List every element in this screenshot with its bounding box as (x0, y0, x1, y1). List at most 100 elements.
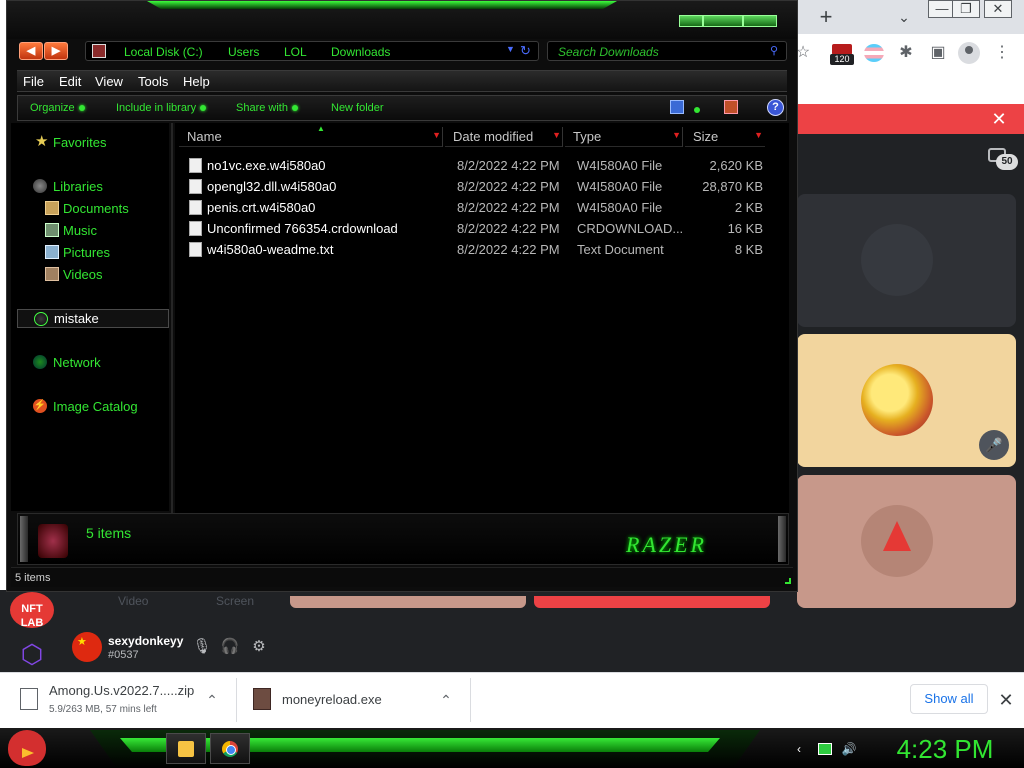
nav-music[interactable]: Music (63, 223, 97, 239)
view-dropdown-icon[interactable] (694, 100, 708, 114)
avatar (861, 224, 933, 296)
back-arrow-icon[interactable]: ◀ (19, 42, 43, 60)
minimize-button[interactable] (679, 15, 703, 27)
headphones-icon[interactable]: 🎧 (220, 637, 240, 657)
polygon-server-icon[interactable]: ⬡ (10, 638, 54, 670)
include-in-library-button[interactable]: Include in library (116, 101, 207, 115)
column-header-type[interactable]: Type ▼ (565, 127, 683, 147)
participant-tile[interactable]: 🎤 (797, 334, 1016, 467)
file-size: 2 KB (734, 200, 763, 215)
nav-selected-mistake[interactable]: mistake (17, 309, 169, 328)
nav-documents[interactable]: Documents (63, 201, 129, 217)
volume-icon[interactable]: 🔊 (841, 741, 857, 757)
microphone-icon[interactable]: 🎙 (192, 637, 212, 657)
search-icon[interactable]: ⚲ (770, 44, 778, 57)
participant-tile[interactable] (797, 194, 1016, 327)
new-folder-button[interactable]: New folder (331, 101, 384, 115)
chrome-icon (222, 741, 238, 757)
taskbar-chrome-button[interactable] (210, 733, 250, 764)
chat-icon[interactable]: 50 (986, 146, 1020, 174)
details-pane: 5 items RAZER (17, 513, 789, 565)
pane-divider[interactable] (171, 123, 173, 513)
folder-icon (178, 741, 194, 757)
chevron-down-icon[interactable]: ▼ (672, 130, 681, 140)
taskbar-clock[interactable]: 4:23 PM (870, 732, 1020, 766)
new-tab-button[interactable]: + (812, 4, 840, 30)
video-button-edge[interactable] (290, 596, 526, 608)
tab-search-chevron-icon[interactable]: ⌄ (892, 6, 916, 28)
leave-button-edge[interactable] (534, 596, 770, 608)
close-icon[interactable]: ✕ (994, 688, 1018, 712)
nav-image-catalog[interactable]: Image Catalog (53, 399, 138, 415)
chevron-down-icon[interactable]: ▼ (432, 130, 441, 140)
close-icon[interactable]: ✕ (984, 104, 1014, 134)
file-size: 28,870 KB (702, 179, 763, 194)
nav-pictures[interactable]: Pictures (63, 245, 110, 261)
column-header-name[interactable]: ▲ Name ▼ (179, 124, 443, 147)
nav-videos[interactable]: Videos (63, 267, 103, 283)
column-header-size[interactable]: Size ▼ (685, 127, 765, 147)
folder-thumbnail-icon (38, 524, 68, 558)
download-item-name[interactable]: moneyreload.exe (282, 692, 382, 707)
share-with-button[interactable]: Share with (236, 101, 298, 115)
close-button[interactable] (743, 15, 777, 27)
nft-lab-server-icon[interactable]: NFT LAB (10, 592, 54, 629)
menu-view[interactable]: View (95, 74, 123, 90)
chevron-up-icon[interactable]: ⌃ (202, 690, 222, 710)
address-bar[interactable]: Local Disk (C:) Users LOL Downloads ▼ ↻ (85, 41, 539, 61)
participant-tile[interactable] (797, 475, 1016, 608)
explorer-window: ◀ ▶ Local Disk (C:) Users LOL Downloads … (6, 0, 798, 592)
nav-favorites[interactable]: Favorites (53, 135, 106, 151)
tray-arrow-icon[interactable]: ‹ (791, 741, 807, 757)
user-tag: #0537 (108, 649, 139, 661)
chevron-down-icon[interactable]: ▼ (506, 44, 515, 54)
restore-button[interactable]: ❐ (952, 0, 980, 18)
column-header-date[interactable]: Date modified ▼ (445, 127, 563, 147)
chevron-down-icon[interactable]: ▼ (754, 130, 763, 140)
taskbar-explorer-button[interactable] (166, 733, 206, 764)
extension-flag-icon[interactable] (864, 44, 884, 62)
refresh-icon[interactable]: ↻ (520, 43, 531, 59)
chevron-up-icon[interactable]: ⌃ (436, 690, 456, 710)
extensions-puzzle-icon[interactable]: ✱ (893, 40, 919, 66)
breadcrumb-local-disk[interactable]: Local Disk (C:) (124, 44, 203, 60)
settings-gear-icon[interactable]: ⚙ (249, 637, 269, 657)
column-date-label: Date modified (453, 129, 534, 144)
share-label: Share with (236, 102, 288, 114)
file-size: 16 KB (727, 221, 763, 236)
help-icon[interactable]: ? (767, 99, 784, 116)
chat-count-badge: 50 (996, 154, 1018, 170)
forward-arrow-icon[interactable]: ▶ (44, 42, 68, 60)
extension-badge-icon[interactable]: 120 (830, 44, 854, 66)
user-avatar[interactable] (72, 632, 102, 662)
menu-tools[interactable]: Tools (138, 74, 168, 90)
close-window-button[interactable]: ✕ (984, 0, 1012, 18)
start-button-angry-bird-icon[interactable] (8, 730, 46, 766)
menu-edit[interactable]: Edit (59, 74, 81, 90)
breadcrumb-lol[interactable]: LOL (284, 44, 307, 60)
preview-pane-icon[interactable] (724, 100, 738, 114)
menu-file[interactable]: File (23, 74, 44, 90)
organize-button[interactable]: Organize (30, 101, 85, 115)
profile-avatar-icon[interactable] (958, 42, 980, 64)
show-all-button[interactable]: Show all (910, 684, 988, 714)
view-options-icon[interactable] (670, 100, 684, 114)
nav-libraries[interactable]: Libraries (53, 179, 103, 195)
search-input[interactable]: Search Downloads ⚲ (547, 41, 787, 61)
file-list: ▲ Name ▼ Date modified ▼ Type ▼ Size ▼ n… (175, 123, 789, 513)
nav-network[interactable]: Network (53, 355, 101, 371)
chevron-down-icon[interactable]: ▼ (552, 130, 561, 140)
maximize-button[interactable] (703, 15, 743, 27)
side-panel-icon[interactable]: ▣ (925, 40, 951, 66)
column-name-label: Name (187, 129, 222, 144)
download-item-name[interactable]: Among.Us.v2022.7.....zip (49, 683, 194, 698)
resize-grip-icon[interactable] (785, 578, 791, 584)
breadcrumb-downloads[interactable]: Downloads (331, 44, 390, 60)
network-tray-icon[interactable] (818, 743, 832, 755)
menu-help[interactable]: Help (183, 74, 210, 90)
breadcrumb-users[interactable]: Users (228, 44, 259, 60)
video-label: Video (118, 594, 149, 608)
chrome-menu-icon[interactable]: ⋮ (989, 40, 1015, 66)
new-folder-label: New folder (331, 102, 384, 114)
file-type: W4I580A0 File (577, 179, 663, 194)
